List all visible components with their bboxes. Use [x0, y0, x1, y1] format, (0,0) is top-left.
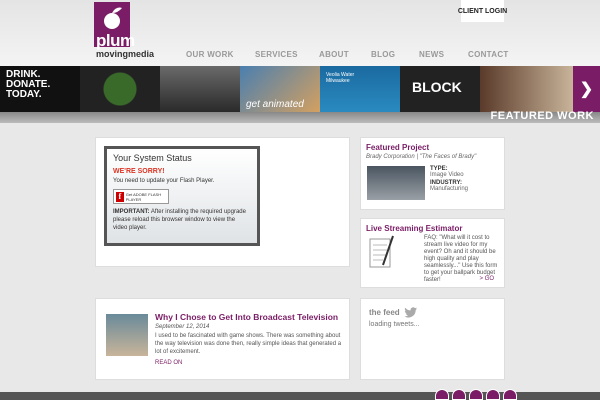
- system-status-box: Your System Status WE'RE SORRY! You need…: [104, 146, 260, 246]
- carousel-tile[interactable]: [160, 66, 240, 112]
- blog-date: September 12, 2014: [155, 324, 210, 330]
- plum-logo[interactable]: plum movingmedia: [94, 2, 162, 60]
- nav-news[interactable]: NEWS: [419, 50, 444, 59]
- flash-button-label: Get ADOBE FLASH PLAYER: [125, 191, 162, 202]
- estimator-title: Live Streaming Estimator: [366, 224, 463, 233]
- blog-post-card: Why I Chose to Get Into Broadcast Televi…: [95, 298, 350, 380]
- vimeo-icon[interactable]: [486, 389, 500, 400]
- nav-blog[interactable]: BLOG: [371, 50, 395, 59]
- carousel-tile[interactable]: get animated: [240, 66, 320, 112]
- tile-text: BLOCK: [412, 79, 462, 95]
- featured-work-label: FEATURED WORK: [490, 110, 594, 122]
- featured-project-name: "The Faces of Brady": [419, 154, 477, 160]
- facebook-icon[interactable]: [452, 389, 466, 400]
- tile-text: TODAY.: [6, 89, 42, 100]
- carousel-tile[interactable]: DRINK. DONATE. TODAY.: [0, 66, 80, 112]
- chevron-right-icon: ❯: [579, 81, 594, 98]
- blog-title-link[interactable]: Why I Chose to Get Into Broadcast Televi…: [155, 312, 338, 322]
- featured-project-card[interactable]: Featured Project Brady Corporation | "Th…: [360, 137, 505, 210]
- twitter-icon[interactable]: [435, 389, 449, 400]
- system-status-title: Your System Status: [113, 153, 192, 163]
- header: [0, 0, 600, 66]
- live-streaming-estimator-card[interactable]: Live Streaming Estimator FAQ: "What will…: [360, 218, 505, 288]
- author-photo: [106, 314, 148, 356]
- youtube-icon[interactable]: [469, 389, 483, 400]
- blog-excerpt: I used to be fascinated with game shows.…: [155, 333, 342, 355]
- linkedin-icon[interactable]: [503, 389, 517, 400]
- system-status-card: Your System Status WE'RE SORRY! You need…: [95, 137, 350, 267]
- logo-tagline: movingmedia: [96, 49, 155, 59]
- nav-about[interactable]: ABOUT: [319, 50, 349, 59]
- featured-project-subtitle: Brady Corporation | "The Faces of Brady": [366, 154, 499, 160]
- flash-icon: f: [116, 191, 124, 202]
- tile-text: Veolia Water Milwaukee: [326, 72, 355, 84]
- read-on-link[interactable]: READ ON: [155, 360, 182, 366]
- feed-loading-status: loading tweets...: [369, 321, 420, 328]
- sorry-heading: WE'RE SORRY!: [113, 168, 165, 175]
- client-login-button[interactable]: CLIENT LOGIN: [458, 0, 507, 22]
- tile-text: get animated: [246, 99, 304, 110]
- featured-work-carousel[interactable]: DRINK. DONATE. TODAY. get animated Veoli…: [0, 66, 600, 112]
- get-flash-player-button[interactable]: f Get ADOBE FLASH PLAYER: [113, 189, 169, 204]
- twitter-bird-icon: [403, 307, 417, 318]
- industry-value: Manufacturing: [430, 186, 469, 192]
- estimator-go-link[interactable]: > GO: [479, 276, 494, 282]
- nav-services[interactable]: SERVICES: [255, 50, 298, 59]
- featured-project-thumbnail[interactable]: [367, 166, 425, 200]
- nav-our-work[interactable]: OUR WORK: [186, 50, 234, 59]
- carousel-tile[interactable]: BLOCK: [400, 66, 480, 112]
- type-value: Image Video: [430, 172, 464, 178]
- important-label: IMPORTANT:: [113, 209, 150, 215]
- update-message: You need to update your Flash Player.: [113, 178, 215, 184]
- carousel-tile[interactable]: [480, 66, 573, 112]
- featured-client: Brady Corporation: [366, 154, 415, 160]
- carousel-tile[interactable]: [80, 66, 160, 112]
- feed-card: the feed loading tweets...: [360, 298, 505, 380]
- document-pen-icon: [369, 235, 394, 268]
- logo-mark: plum: [94, 2, 135, 50]
- feed-title: the feed: [369, 308, 400, 317]
- plum-icon: [104, 7, 122, 29]
- carousel-next-button[interactable]: ❯: [573, 66, 600, 112]
- featured-project-title: Featured Project: [366, 143, 430, 152]
- nav-contact[interactable]: CONTACT: [468, 50, 509, 59]
- carousel-tile[interactable]: Veolia Water Milwaukee: [320, 66, 400, 112]
- logo-plum-text: plum: [96, 31, 135, 50]
